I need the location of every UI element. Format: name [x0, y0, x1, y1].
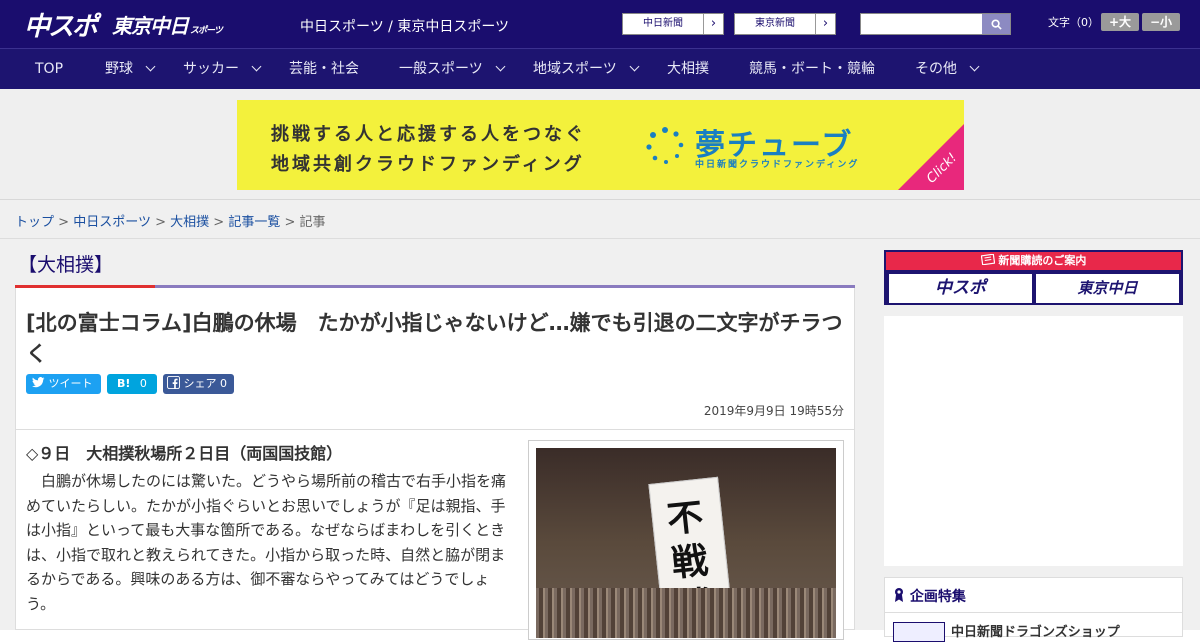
- tokyo-chunichi-logo-text: 東京中日: [112, 14, 189, 38]
- chevron-down-icon: [969, 61, 980, 72]
- chunichi-shimbun-link[interactable]: 中日新聞 ›: [622, 13, 724, 35]
- hatena-icon: B!: [117, 377, 131, 390]
- breadcrumb-separator: >: [213, 215, 225, 230]
- font-decrease-button[interactable]: −小: [1142, 13, 1180, 31]
- nav-item-label: 一般スポーツ: [399, 61, 483, 77]
- nav-item-sumo[interactable]: 大相撲: [667, 49, 709, 89]
- breadcrumb: トップ > 中日スポーツ > 大相撲 > 記事一覧 > 記事: [15, 211, 326, 230]
- top-header: 中スポ 東京中日 スポーツ 中日スポーツ / 東京中日スポーツ 中日新聞 › 東京…: [0, 0, 1200, 48]
- chuspo-logo[interactable]: 中スポ: [24, 6, 98, 43]
- chuspo-subscribe-logo[interactable]: 中スポ: [889, 274, 1032, 303]
- feature-heading: 企画特集: [893, 586, 966, 606]
- breadcrumb-current: 記事: [299, 215, 326, 230]
- search-box: [860, 13, 1011, 35]
- newspaper-icon: [980, 253, 995, 266]
- chevron-down-icon: [145, 61, 156, 72]
- article-photo-image: 不 戦 勝: [536, 448, 836, 638]
- share-count: 0: [220, 377, 227, 390]
- search-button[interactable]: [982, 14, 1010, 34]
- nav-item-general-sports[interactable]: 一般スポーツ: [399, 49, 506, 89]
- font-increase-button[interactable]: +大: [1101, 13, 1139, 31]
- chevron-down-icon: [251, 61, 262, 72]
- font-size-label: 文字（0）: [1048, 16, 1099, 29]
- nav-item-label: 地域スポーツ: [533, 61, 617, 77]
- article-photo[interactable]: 不 戦 勝: [528, 440, 844, 640]
- breadcrumb-item[interactable]: トップ: [15, 215, 54, 230]
- chunichi-shimbun-link-label: 中日新聞: [643, 18, 683, 29]
- breadcrumb-item[interactable]: 大相撲: [170, 215, 209, 230]
- nav-item-soccer[interactable]: サッカー: [183, 49, 262, 89]
- nav-item-label: その他: [915, 61, 957, 77]
- nav-item-entertainment[interactable]: 芸能・社会: [289, 49, 359, 89]
- feature-heading-text: 企画特集: [909, 589, 966, 605]
- nav-item-local-sports[interactable]: 地域スポーツ: [533, 49, 640, 89]
- hatena-bookmark-button[interactable]: B! 0: [107, 374, 157, 394]
- tweet-button[interactable]: ツイート: [26, 374, 101, 394]
- search-input[interactable]: [861, 14, 983, 34]
- nav-item-label: 野球: [105, 61, 133, 77]
- breadcrumb-item[interactable]: 中日スポーツ: [73, 215, 151, 230]
- sidebar-ad-slot: [884, 316, 1183, 566]
- nav-item-baseball[interactable]: 野球: [105, 49, 156, 89]
- article-divider: [16, 429, 854, 430]
- chevron-right-icon: ›: [703, 14, 723, 34]
- article-date: 2019年9月9日 19時55分: [703, 404, 844, 418]
- feature-box: 企画特集 中日新聞ドラゴンズショップ: [884, 577, 1183, 642]
- twitter-icon: [32, 377, 45, 388]
- chevron-right-icon: ›: [815, 14, 835, 34]
- hatena-count: 0: [139, 377, 147, 390]
- tokyo-shimbun-link-label: 東京新聞: [755, 18, 795, 29]
- subscription-title: 新聞購読のご案内: [886, 252, 1181, 270]
- tokyo-chunichi-subscribe-logo[interactable]: 東京中日: [1036, 274, 1179, 303]
- tweet-label: ツイート: [48, 377, 93, 390]
- crowd: [536, 588, 836, 638]
- category-heading: 【大相撲】: [18, 254, 114, 276]
- breadcrumb-separator: >: [284, 215, 296, 230]
- chevron-down-icon: [629, 61, 640, 72]
- nav-item-top[interactable]: TOP: [35, 49, 63, 89]
- nav-item-label: サッカー: [183, 61, 239, 77]
- article-subhead: ◇９日 大相撲秋場所２日目（両国国技館）: [26, 444, 343, 463]
- nav-item-label: 大相撲: [667, 61, 709, 77]
- facebook-share-button[interactable]: シェア 0: [163, 374, 234, 394]
- nav-item-label: 芸能・社会: [289, 61, 359, 77]
- ad-zone: 挑戦する人と応援する人をつなぐ 地域共創クラウドファンディング 夢チューブ 中日…: [0, 89, 1200, 200]
- breadcrumb-bar: トップ > 中日スポーツ > 大相撲 > 記事一覧 > 記事: [0, 200, 1200, 239]
- crowdfunding-ad-banner[interactable]: 挑戦する人と応援する人をつなぐ 地域共創クラウドファンディング 夢チューブ 中日…: [237, 100, 964, 190]
- article-title: [北の富士コラム]白鵬の休場 たかが小指じゃないけど…嫌でも引退の二文字がチラつ…: [26, 311, 843, 366]
- tokyo-chunichi-logo-small: スポーツ: [190, 26, 223, 36]
- tokyo-chunichi-logo[interactable]: 東京中日 スポーツ: [112, 10, 223, 39]
- feature-divider: [885, 612, 1182, 613]
- ad-brand-sub: 中日新聞クラウドファンディング: [695, 160, 860, 170]
- nav-item-other[interactable]: その他: [915, 49, 980, 89]
- nav-item-racing[interactable]: 競馬・ボート・競輪: [749, 49, 875, 89]
- feature-item[interactable]: 中日新聞ドラゴンズショップ: [951, 621, 1120, 640]
- facebook-icon: [167, 376, 180, 389]
- dream-tube-dots-icon: [646, 127, 684, 164]
- subscription-title-text: 新聞購読のご案内: [998, 254, 1087, 267]
- ribbon-icon: [895, 588, 903, 602]
- subscription-banner[interactable]: 新聞購読のご案内 中スポ 東京中日: [884, 250, 1183, 305]
- main-nav: TOP 野球 サッカー 芸能・社会 一般スポーツ 地域スポーツ 大相撲 競馬・ボ…: [0, 48, 1200, 89]
- ad-line-2: 地域共創クラウドファンディング: [271, 154, 585, 175]
- ad-line-1: 挑戦する人と応援する人をつなぐ: [271, 124, 586, 145]
- nav-item-label: 競馬・ボート・競輪: [749, 61, 875, 77]
- nav-item-label: TOP: [35, 61, 64, 77]
- search-icon: [990, 18, 1002, 30]
- share-label: シェア: [183, 377, 217, 390]
- breadcrumb-separator: >: [58, 215, 70, 230]
- breadcrumb-separator: >: [155, 215, 166, 230]
- article-body: 白鵬が休場したのには驚いた。どうやら場所前の稽古で右手小指を痛めていたらしい。た…: [26, 472, 507, 613]
- chevron-down-icon: [495, 61, 506, 72]
- feature-thumbnail[interactable]: [893, 622, 945, 642]
- tokyo-shimbun-link[interactable]: 東京新聞 ›: [734, 13, 836, 35]
- site-name: 中日スポーツ / 東京中日スポーツ: [300, 19, 510, 35]
- breadcrumb-item[interactable]: 記事一覧: [228, 215, 280, 230]
